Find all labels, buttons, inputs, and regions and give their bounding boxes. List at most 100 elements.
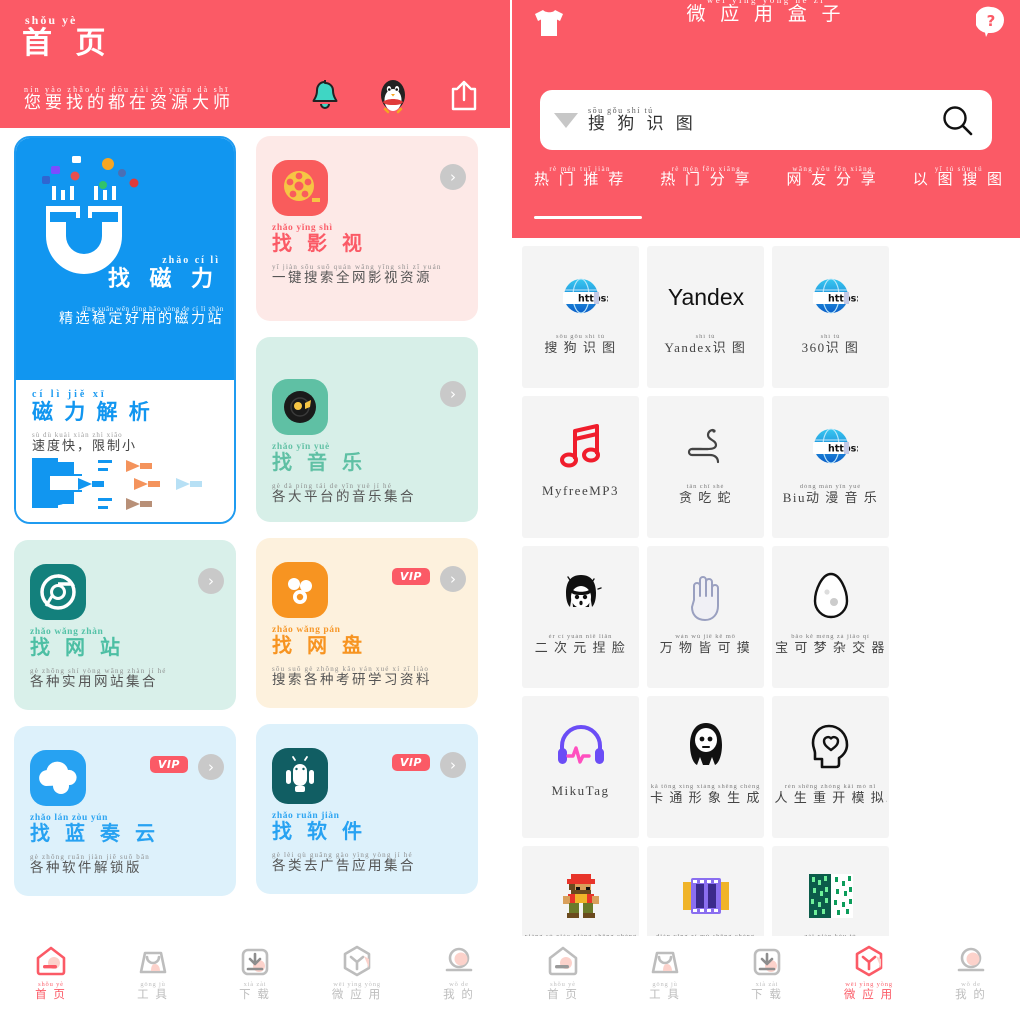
app-cell-cartoon-avatar-gen[interactable]: kǎ tōng xíng xiàng shēng chéng 卡 通 形 象 生…	[647, 696, 764, 838]
tab-label-hanzi: 我 的	[443, 988, 475, 1001]
qq-penguin-icon[interactable]	[378, 78, 412, 114]
chrome-icon	[30, 564, 86, 620]
search-input[interactable]: sōu gǒu shí tú 搜 狗 识 图	[540, 90, 992, 150]
search-value-pinyin: sōu gǒu shí tú	[588, 105, 654, 115]
app-cell-pokemon-breeder[interactable]: bǎo kě mèng zá jiāo qì 宝 可 梦 杂 交 器	[772, 546, 889, 688]
sidebar-item-weiapp[interactable]: wēi yìng yòng 微 应 用	[818, 942, 920, 1001]
headphone-icon	[554, 718, 608, 774]
left-card-grid: zhǎo cí lì 找 磁 力 jīng xuǎn wěn dìng hǎo …	[0, 128, 510, 896]
app-label: MikuTag	[525, 784, 637, 798]
right-page-title-hanzi: 微 应 用 盒 子	[686, 4, 846, 26]
tab-label-pinyin: shǒu yè	[38, 981, 64, 988]
card-desc: yī jiàn sōu suǒ quán wǎng yǐng shì zī yu…	[272, 262, 462, 286]
header-slogan-hanzi: 您要找的都在资源大师	[24, 93, 234, 113]
card-desc-pinyin: gè zhǒng ruǎn jiàn jiě suǒ bǎn	[30, 852, 150, 861]
app-cell-snake-game[interactable]: tān chī shé 贪 吃 蛇	[647, 396, 764, 538]
tab-label-hanzi: 下 载	[751, 988, 783, 1001]
card-arrow-icon[interactable]: ›	[198, 754, 224, 780]
sidebar-item-download[interactable]: xià zài 下 载	[716, 942, 818, 1001]
card-arrow-icon[interactable]: ›	[198, 568, 224, 594]
sidebar-item-home[interactable]: shǒu yè 首 页	[512, 942, 614, 1001]
https-globe-icon: https://	[554, 268, 608, 324]
sidebar-item-weiapp[interactable]: wēi yìng yòng 微 应 用	[306, 942, 408, 1001]
app-cell-sougou-shitu[interactable]: https:// sōu gǒu shí tú 搜 狗 识 图	[522, 246, 639, 388]
card-zhao-ruan-jian[interactable]: › VIP zhǎo ruǎn jiàn 找 软 件 gè lèi qù guǎ…	[256, 724, 478, 894]
card-column-left: zhǎo cí lì 找 磁 力 jīng xuǎn wěn dìng hǎo …	[14, 136, 236, 896]
sidebar-item-profile[interactable]: wǒ de 我 的	[920, 942, 1020, 1001]
card-desc: gè lèi qù guǎng gào yìng yòng jí hé 各类去广…	[272, 850, 462, 874]
app-cell-mikutag[interactable]: MikuTag	[522, 696, 639, 838]
card-title-hanzi: 找 影 视	[272, 232, 367, 255]
card-zhao-yin-yue[interactable]: › zhǎo yīn yuè 找 音 乐 gè dà píng tái de y…	[256, 337, 478, 522]
card-zhao-wang-pan[interactable]: › VIP zhǎo wǎng pán 找 网 盘 sōu suǒ gè zhǒ…	[256, 538, 478, 708]
card-title: zhǎo lán zòu yún 找 蓝 奏 云	[30, 813, 220, 845]
magnet-parse-title: cí lì jiě xī 磁 力 解 析	[32, 389, 153, 422]
profile-icon	[920, 942, 1020, 980]
sidebar-item-tools[interactable]: gōng jù 工 具	[102, 942, 204, 1001]
app-cell-myfreemp3[interactable]: MyfreeMP3	[522, 396, 639, 538]
card-title: zhǎo yīn yuè 找 音 乐	[272, 442, 462, 474]
app-label: tān chī shé 贪 吃 蛇	[650, 484, 762, 504]
caret-down-icon[interactable]	[554, 112, 578, 128]
download-icon	[716, 942, 818, 980]
tab-label: shǒu yè 首 页	[0, 981, 102, 1001]
tab-label-pinyin: gōng jù	[140, 981, 166, 988]
search-value: sōu gǒu shí tú 搜 狗 识 图	[588, 105, 940, 134]
card-zhao-ci-li[interactable]: zhǎo cí lì 找 磁 力 jīng xuǎn wěn dìng hǎo …	[14, 136, 236, 524]
sidebar-item-profile[interactable]: wǒ de 我 的	[408, 942, 510, 1001]
app-cell-360-shitu[interactable]: https:// shí tú 360识 图	[772, 246, 889, 388]
card-desc-hanzi: 各大平台的音乐集合	[272, 489, 416, 505]
tab-label: wǒ de 我 的	[408, 981, 510, 1001]
no-face-icon	[682, 718, 730, 774]
magnet-card-bottom[interactable]: cí lì jiě xī 磁 力 解 析 sù dù kuài xiàn zhì…	[16, 380, 234, 522]
bell-icon[interactable]	[308, 78, 342, 114]
tab-hanzi: 以 图 搜 图	[912, 172, 1006, 189]
vip-badge: VIP	[391, 568, 430, 585]
app-cell-touch-everything[interactable]: wàn wù jiē kě mō 万 物 皆 可 摸	[647, 546, 764, 688]
https-globe-icon: https://	[804, 268, 858, 324]
app-label: èr cì yuán niē liǎn 二 次 元 捏 脸	[525, 634, 637, 654]
card-desc-pinyin: gè lèi qù guǎng gào yìng yòng jí hé	[272, 850, 413, 859]
tab-hot-share[interactable]: rè mén fēn xiǎng 热 门 分 享	[660, 165, 752, 189]
magnet-desc-hanzi: 精选稳定好用的磁力站	[59, 312, 224, 328]
sidebar-item-download[interactable]: xià zài 下 载	[204, 942, 306, 1001]
card-arrow-icon[interactable]: ›	[440, 164, 466, 190]
app-label-pinyin: dòng màn yīn yuè	[799, 484, 862, 490]
snake-icon	[679, 418, 733, 474]
app-cell-life-restart-sim[interactable]: rén shēng zhòng kāi mó nǐ 人 生 重 开 模 拟…	[772, 696, 889, 838]
card-zhao-wang-zhan[interactable]: › zhǎo wǎng zhàn 找 网 站 gè zhǒng shí yòng…	[14, 540, 236, 710]
tab-hot-recommend[interactable]: rè mén tuī jiàn 热 门 推 荐	[534, 165, 626, 189]
tab-label-pinyin: wēi yìng yòng	[845, 981, 893, 988]
profile-icon	[408, 942, 510, 980]
card-desc: gè dà píng tái de yīn yuè jí hé 各大平台的音乐集…	[272, 482, 462, 505]
app-label: bǎo kě mèng zá jiāo qì 宝 可 梦 杂 交 器	[775, 634, 887, 654]
android-icon	[272, 748, 328, 804]
sidebar-item-home[interactable]: shǒu yè 首 页	[0, 942, 102, 1001]
card-arrow-icon[interactable]: ›	[440, 752, 466, 778]
magnifier-icon[interactable]	[940, 103, 974, 137]
app-cell-anime-face-maker[interactable]: èr cì yuán niē liǎn 二 次 元 捏 脸	[522, 546, 639, 688]
card-arrow-icon[interactable]: ›	[440, 566, 466, 592]
tab-netizen-share[interactable]: wǎng yǒu fēn xiǎng 网 友 分 享	[787, 165, 879, 189]
app-cell-biu-anime-music[interactable]: https:// dòng màn yīn yuè Biu动 漫 音 乐	[772, 396, 889, 538]
weiapp-icon	[818, 942, 920, 980]
left-bottom-navigation: shǒu yè 首 页 gōng jù 工 具 xià zài 下 载 wēi …	[0, 936, 510, 1020]
card-desc-pinyin: yī jiàn sōu suǒ quán wǎng yǐng shì zī yu…	[272, 262, 442, 271]
help-icon[interactable]: ?	[976, 6, 1006, 38]
card-zhao-lan-zou-yun[interactable]: › VIP zhǎo lán zòu yún 找 蓝 奏 云 gè zhǒng …	[14, 726, 236, 896]
card-arrow-icon[interactable]: ›	[440, 381, 466, 407]
app-label-pinyin: rén shēng zhòng kāi mó nǐ	[784, 784, 877, 790]
card-title-hanzi: 找 软 件	[272, 820, 367, 843]
tab-image-search[interactable]: yǐ tú sōu tú 以 图 搜 图	[912, 165, 1006, 189]
sidebar-item-tools[interactable]: gōng jù 工 具	[614, 942, 716, 1001]
app-label-pinyin: kǎ tōng xíng xiàng shēng chéng	[650, 784, 761, 790]
svg-text:https://: https://	[578, 294, 608, 305]
tools-icon	[102, 942, 204, 980]
app-cell-yandex-shitu[interactable]: Yandex shí tú Yandex识 图	[647, 246, 764, 388]
search-value-hanzi: 搜 狗 识 图	[588, 114, 697, 134]
svg-text:Yandex: Yandex	[667, 284, 744, 310]
card-zhao-ying-shi[interactable]: › zhǎo yǐng shì 找 影 视 yī jiàn sōu suǒ qu…	[256, 136, 478, 321]
right-page-title-pinyin: wēi yìng yòng hé zi	[706, 0, 826, 5]
tab-label: xià zài 下 载	[716, 981, 818, 1001]
share-icon[interactable]	[448, 78, 482, 114]
